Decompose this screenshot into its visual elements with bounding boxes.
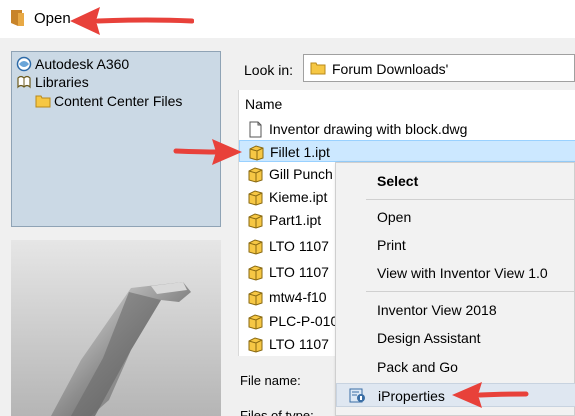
file-row-selected[interactable]: Fillet 1.ipt [239,140,575,162]
file-name: Inventor drawing with block.dwg [269,121,468,137]
window-title: Open [34,10,71,27]
preview-pane [11,240,221,416]
file-name: mtw4-f10 [269,289,327,305]
part-icon [248,265,263,281]
file-name: LTO 1107 [269,336,329,352]
file-name-label: File name: [240,373,301,388]
menu-item-print[interactable]: Print [336,233,575,257]
look-in-label: Look in: [244,62,294,78]
a360-icon [16,56,32,72]
menu-item-label: Inventor View 2018 [377,302,497,318]
annotation-arrow-iproperties [452,382,529,408]
file-name: Fillet 1.ipt [270,144,330,160]
folder-icon [35,95,51,108]
part-preview-image [11,240,221,416]
part-icon [249,145,264,161]
part-icon [248,239,263,255]
look-in-value: Forum Downloads' [332,61,449,77]
file-name: PLC-P-010 [269,313,339,329]
menu-item-label: Design Assistant [377,330,481,346]
document-icon [249,121,262,138]
libraries-icon [17,75,31,89]
menu-item-design-assistant[interactable]: Design Assistant [336,326,575,350]
file-name: Part1.ipt [269,212,322,228]
menu-item-label: Select [377,173,419,189]
file-name: Gill Punch [269,166,333,182]
menu-item-view-with-inventor-view[interactable]: View with Inventor View 1.0 [336,261,575,285]
context-menu: Select Open Print View with Inventor Vie… [335,162,575,416]
part-icon [248,314,263,330]
location-label: Content Center Files [54,93,183,109]
inventor-app-icon [11,10,24,26]
part-icon [248,190,263,206]
files-of-type-label: Files of type: [240,408,314,416]
location-label: Autodesk A360 [35,56,130,72]
file-name: LTO 1107 [269,238,329,254]
part-icon [248,337,263,353]
file-name: LTO 1107 [269,264,329,280]
menu-item-pack-and-go[interactable]: Pack and Go [336,355,575,379]
menu-item-label: Pack and Go [377,359,458,375]
part-icon [248,167,263,183]
menu-item-label: Open [377,209,412,225]
menu-item-inventor-view-2018[interactable]: Inventor View 2018 [336,298,575,322]
menu-item-label: iProperties [378,388,445,404]
part-icon [248,290,263,306]
menu-item-select[interactable]: Select [336,169,575,193]
column-header-name[interactable]: Name [245,96,282,112]
look-in-dropdown[interactable]: Forum Downloads' [303,54,575,82]
folder-icon [310,62,326,75]
file-name: Kieme.ipt [269,189,328,205]
menu-separator [366,291,575,292]
menu-item-open[interactable]: Open [336,205,575,229]
menu-separator [366,199,575,200]
menu-item-label: Print [377,237,406,253]
iproperties-icon [349,388,365,403]
location-label: Libraries [35,74,89,90]
annotation-arrow-file [173,139,242,165]
menu-item-label: View with Inventor View 1.0 [377,265,548,281]
part-icon [248,213,263,229]
annotation-arrow-title [70,7,194,35]
file-row[interactable]: Inventor drawing with block.dwg [239,118,575,140]
